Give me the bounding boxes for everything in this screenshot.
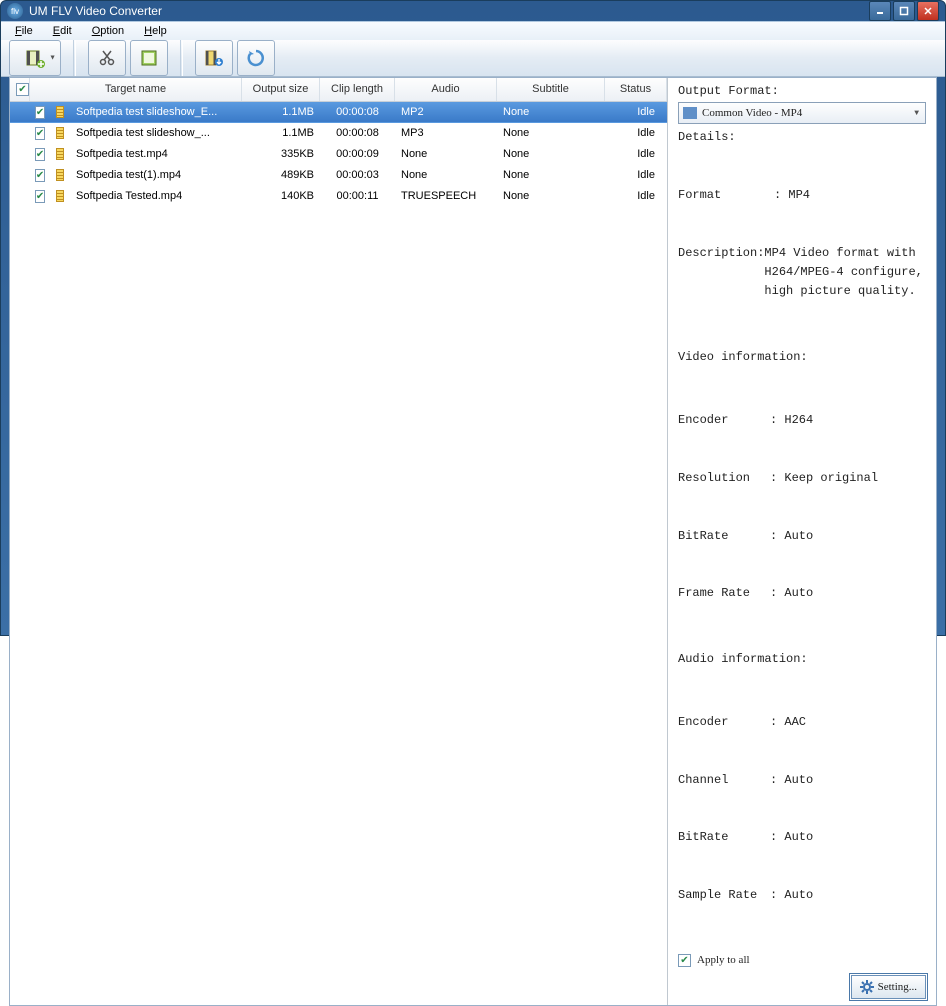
cell-subtitle: None [497, 148, 605, 160]
cell-status: Idle [605, 148, 667, 160]
window-title: UM FLV Video Converter [29, 4, 869, 18]
cell-status: Idle [605, 190, 667, 202]
row-checkbox[interactable] [35, 148, 45, 161]
file-list-pane: Target name Output size Clip length Audi… [10, 78, 668, 1005]
cell-size: 489KB [242, 169, 320, 181]
gear-icon [860, 980, 874, 994]
video-file-icon [56, 127, 64, 139]
cell-status: Idle [605, 127, 667, 139]
table-row[interactable]: Softpedia test.mp4335KB00:00:09NoneNoneI… [10, 144, 667, 165]
toolbar [1, 40, 945, 77]
menubar: File Edit Option Help [1, 21, 945, 40]
cell-clip: 00:00:08 [320, 106, 395, 118]
menu-file[interactable]: File [5, 22, 43, 40]
output-format-value: Common Video - MP4 [702, 107, 802, 119]
row-checkbox[interactable] [35, 169, 45, 182]
cell-size: 140KB [242, 190, 320, 202]
convert-button[interactable] [195, 40, 233, 76]
add-file-button[interactable] [9, 40, 61, 76]
menu-option[interactable]: Option [82, 22, 134, 40]
details-text: Format: MP4 Description: MP4 Video forma… [678, 148, 926, 944]
cell-audio: TRUESPEECH [395, 190, 497, 202]
table-body[interactable]: Softpedia test slideshow_E...1.1MB00:00:… [10, 102, 667, 1005]
master-checkbox-cell[interactable] [10, 78, 30, 101]
video-file-icon [56, 148, 64, 160]
cell-size: 335KB [242, 148, 320, 160]
video-file-icon [56, 190, 64, 202]
cell-name: Softpedia test slideshow_... [70, 127, 242, 139]
table-row[interactable]: Softpedia test slideshow_...1.1MB00:00:0… [10, 123, 667, 144]
format-icon [683, 107, 697, 119]
minimize-button[interactable] [869, 1, 891, 21]
close-button[interactable] [917, 1, 939, 21]
master-checkbox-icon[interactable] [16, 83, 29, 96]
cell-clip: 00:00:03 [320, 169, 395, 181]
maximize-button[interactable] [893, 1, 915, 21]
col-audio[interactable]: Audio [395, 78, 497, 101]
titlebar[interactable]: flv UM FLV Video Converter [1, 1, 945, 21]
details-label: Details: [678, 130, 926, 144]
cell-clip: 00:00:08 [320, 127, 395, 139]
cell-subtitle: None [497, 190, 605, 202]
cell-audio: None [395, 169, 497, 181]
cell-name: Softpedia Tested.mp4 [70, 190, 242, 202]
cell-subtitle: None [497, 106, 605, 118]
cell-audio: None [395, 148, 497, 160]
cell-name: Softpedia test slideshow_E... [70, 106, 242, 118]
table-row[interactable]: Softpedia Tested.mp4140KB00:00:11TRUESPE… [10, 186, 667, 207]
output-format-label: Output Format: [678, 84, 926, 98]
col-target-name[interactable]: Target name [30, 78, 242, 101]
cell-name: Softpedia test(1).mp4 [70, 169, 242, 181]
table-row[interactable]: Softpedia test(1).mp4489KB00:00:03NoneNo… [10, 165, 667, 186]
cut-button[interactable] [88, 40, 126, 76]
table-row[interactable]: Softpedia test slideshow_E...1.1MB00:00:… [10, 102, 667, 123]
row-checkbox[interactable] [35, 190, 45, 203]
menu-edit[interactable]: Edit [43, 22, 82, 40]
refresh-button[interactable] [237, 40, 275, 76]
app-window: flv UM FLV Video Converter File Edit Opt… [0, 0, 946, 636]
cell-clip: 00:00:11 [320, 190, 395, 202]
output-format-select[interactable]: Common Video - MP4 [678, 102, 926, 124]
cell-subtitle: None [497, 169, 605, 181]
apply-to-all-checkbox[interactable] [678, 954, 691, 967]
col-status[interactable]: Status [605, 78, 667, 101]
table-header: Target name Output size Clip length Audi… [10, 78, 667, 102]
app-icon: flv [7, 3, 23, 19]
apply-to-all-row[interactable]: Apply to all [678, 954, 926, 967]
col-subtitle[interactable]: Subtitle [497, 78, 605, 101]
cell-subtitle: None [497, 127, 605, 139]
apply-to-all-label: Apply to all [697, 954, 750, 966]
row-checkbox[interactable] [35, 106, 45, 119]
video-file-icon [56, 169, 64, 181]
cell-audio: MP2 [395, 106, 497, 118]
crop-button[interactable] [130, 40, 168, 76]
video-file-icon [56, 106, 64, 118]
cell-clip: 00:00:09 [320, 148, 395, 160]
cell-status: Idle [605, 169, 667, 181]
details-pane: Output Format: Common Video - MP4 Detail… [668, 78, 936, 1005]
cell-audio: MP3 [395, 127, 497, 139]
cell-size: 1.1MB [242, 106, 320, 118]
col-clip-length[interactable]: Clip length [320, 78, 395, 101]
menu-help[interactable]: Help [134, 22, 177, 40]
setting-button[interactable]: Setting... [851, 975, 926, 999]
cell-size: 1.1MB [242, 127, 320, 139]
row-checkbox[interactable] [35, 127, 45, 140]
col-output-size[interactable]: Output size [242, 78, 320, 101]
cell-status: Idle [605, 106, 667, 118]
cell-name: Softpedia test.mp4 [70, 148, 242, 160]
